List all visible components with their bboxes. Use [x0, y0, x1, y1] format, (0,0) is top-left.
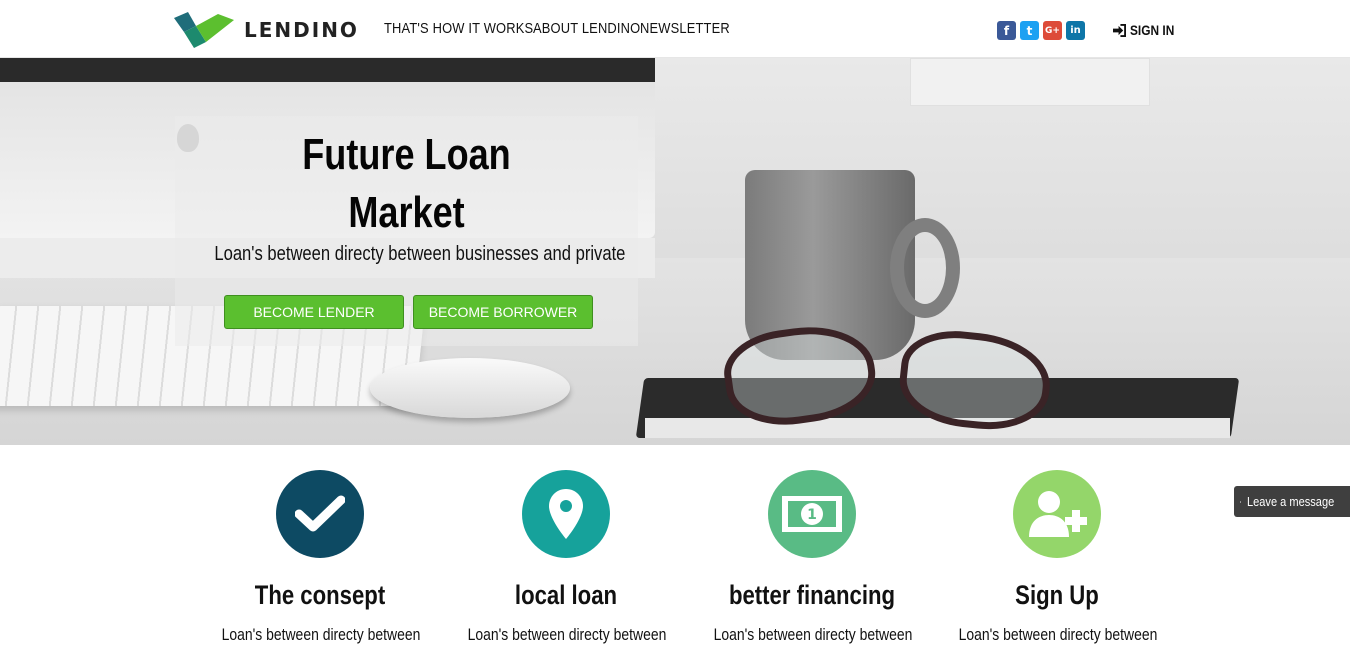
become-lender-button[interactable]: BECOME LENDER: [224, 295, 404, 329]
brand-logo[interactable]: LENDINO: [174, 10, 359, 50]
envelope-icon: [1240, 500, 1242, 503]
leave-message-widget[interactable]: Leave a message: [1234, 486, 1350, 517]
lendino-logo-icon: [174, 12, 234, 48]
brand-name: LENDINO: [244, 18, 359, 42]
hero-section: Future Loan Market Loan's between direct…: [0, 58, 1350, 445]
glasses-right-lens: [895, 325, 1055, 436]
feature-title: The consept: [254, 580, 386, 610]
feature-title: Sign Up: [1015, 580, 1099, 610]
hero-title: Future Loan Market: [217, 126, 597, 242]
feature-text: Loan's between directy between: [713, 625, 913, 644]
wall-switch-image: [910, 58, 1150, 106]
sign-in-icon: [1113, 23, 1126, 37]
feature-local-loan: local loan Loan's between directy betwee…: [446, 470, 686, 645]
social-links: f t G+ in: [997, 21, 1085, 40]
hero-title-line1: Future Loan: [302, 130, 511, 179]
feature-title: local loan: [514, 580, 618, 610]
feature-better-financing: 1 better financing Loan's between direct…: [692, 470, 932, 645]
checkmark-icon: [276, 470, 364, 558]
main-nav: THAT'S HOW IT WORKS ABOUT LENDINO NEWSLE…: [384, 20, 730, 37]
location-pin-icon: [522, 470, 610, 558]
linkedin-icon[interactable]: in: [1066, 21, 1085, 40]
top-navbar: LENDINO THAT'S HOW IT WORKS ABOUT LENDIN…: [0, 0, 1350, 58]
feature-title: better financing: [728, 580, 896, 610]
feature-concept: The consept Loan's between directy betwe…: [200, 470, 440, 645]
hero-subtitle: Loan's between directy between businesse…: [214, 243, 626, 265]
facebook-icon[interactable]: f: [997, 21, 1016, 40]
svg-text:1: 1: [807, 507, 817, 523]
banknote-icon: 1: [768, 470, 856, 558]
glasses-left-lens: [719, 318, 881, 433]
nav-newsletter[interactable]: NEWSLETTER: [640, 20, 730, 37]
glasses-image: [719, 318, 1065, 436]
feature-sign-up: Sign Up Loan's between directy between: [937, 470, 1177, 645]
leave-message-label: Leave a message: [1247, 494, 1335, 509]
feature-text: Loan's between directy between: [958, 625, 1158, 644]
nav-how-it-works[interactable]: THAT'S HOW IT WORKS: [384, 20, 533, 37]
mouse-image: [370, 358, 570, 418]
google-plus-icon[interactable]: G+: [1043, 21, 1062, 40]
twitter-icon[interactable]: t: [1020, 21, 1039, 40]
sign-in-link[interactable]: SIGN IN: [1113, 22, 1182, 38]
feature-text: Loan's between directy between: [221, 625, 421, 644]
become-borrower-button[interactable]: BECOME BORROWER: [413, 295, 593, 329]
hero-title-line2: Market: [348, 188, 465, 237]
mug-handle-image: [890, 218, 960, 318]
nav-about[interactable]: ABOUT LENDINO: [533, 20, 640, 37]
sign-in-label: SIGN IN: [1130, 22, 1175, 38]
feature-text: Loan's between directy between: [467, 625, 667, 644]
add-user-icon: [1013, 470, 1101, 558]
